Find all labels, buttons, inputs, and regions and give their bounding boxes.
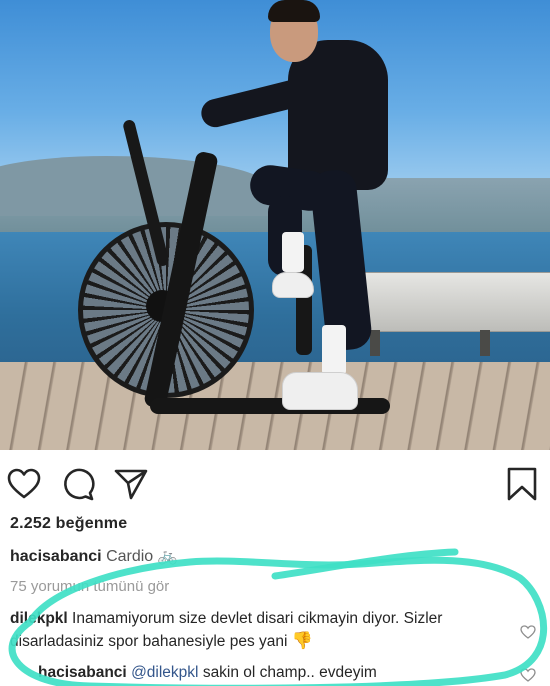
reply-mention[interactable]: @dilekpkl bbox=[131, 664, 198, 681]
rider-shoe bbox=[272, 272, 314, 298]
rider-sock bbox=[322, 325, 346, 375]
comment-like-heart-icon[interactable] bbox=[520, 624, 536, 640]
photo-pier-leg bbox=[370, 330, 380, 356]
likes-count[interactable]: 2.252 beğenme bbox=[10, 515, 127, 533]
reply-item: hacisabanci @dilekpkl sakin ol champ.. e… bbox=[38, 664, 518, 682]
post-caption: hacisabanci Cardio 🚲 bbox=[10, 546, 178, 566]
caption-text: Cardio 🚲 bbox=[106, 548, 178, 565]
view-all-comments-link[interactable]: 75 yorumun tümünü gör bbox=[10, 578, 169, 595]
rider-hair bbox=[268, 0, 320, 22]
rider-shoe bbox=[282, 372, 358, 410]
reply-text: sakin ol champ.. evdeyim bbox=[202, 664, 377, 681]
thumbs-down-emoji: 👎 bbox=[291, 631, 313, 650]
comment-text: Inamamiyorum size devlet disari cikmayin… bbox=[10, 610, 443, 650]
paper-plane-icon[interactable] bbox=[113, 466, 149, 502]
reply-username[interactable]: hacisabanci bbox=[38, 664, 127, 681]
comment-username[interactable]: dilekpkl bbox=[10, 610, 68, 627]
post-photo[interactable] bbox=[0, 0, 550, 450]
reply-like-heart-icon[interactable] bbox=[520, 667, 536, 683]
heart-icon[interactable] bbox=[6, 466, 42, 502]
bookmark-icon[interactable] bbox=[504, 466, 540, 502]
comment-item: dilekpkl Inamamiyorum size devlet disari… bbox=[10, 608, 510, 653]
rider-torso bbox=[288, 40, 388, 190]
post-action-bar bbox=[0, 458, 550, 510]
comment-bubble-icon[interactable] bbox=[60, 466, 96, 502]
photo-pier bbox=[360, 272, 550, 332]
photo-pier-leg bbox=[480, 330, 490, 356]
rider-sock bbox=[282, 232, 304, 272]
caption-username[interactable]: hacisabanci bbox=[10, 548, 102, 565]
